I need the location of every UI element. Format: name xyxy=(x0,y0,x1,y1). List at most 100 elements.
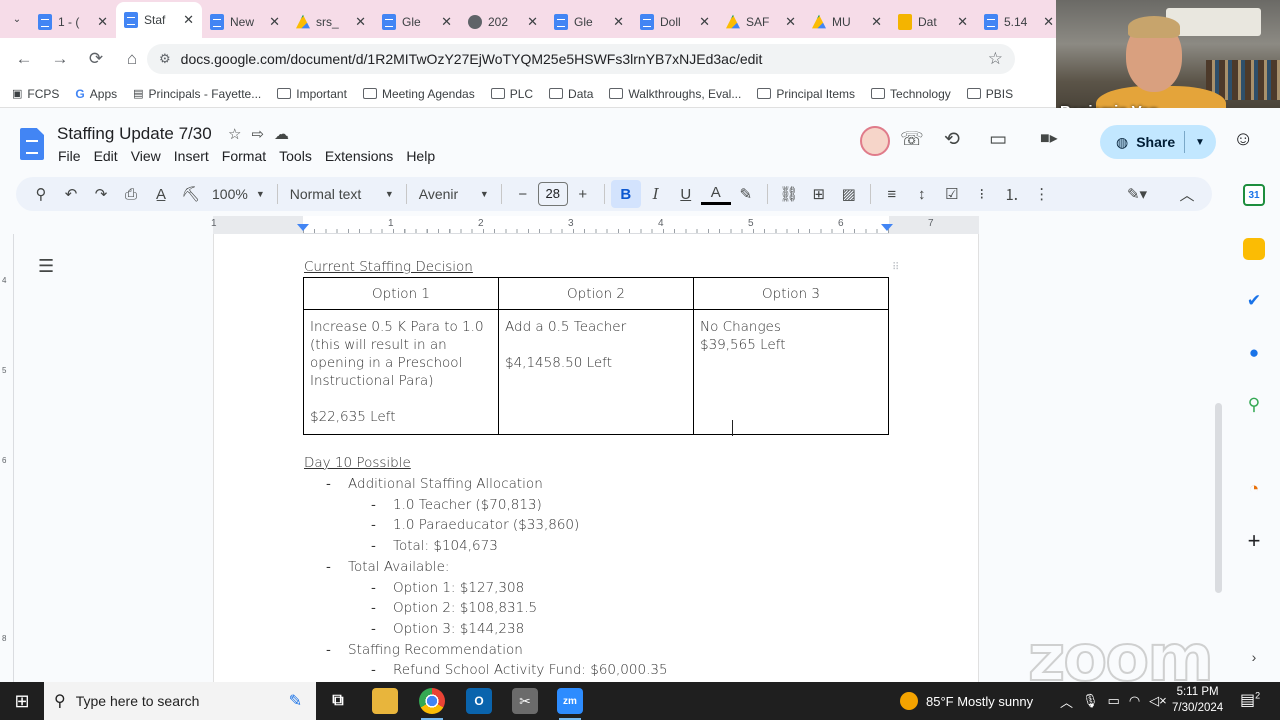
browser-tab[interactable]: Gle ✕ xyxy=(374,6,460,38)
table-header-cell[interactable]: Option 3 xyxy=(693,277,889,310)
menu-help[interactable]: Help xyxy=(405,148,441,164)
section-heading[interactable]: Day 10 Possible xyxy=(304,455,411,471)
site-info-icon[interactable]: ⚙ xyxy=(159,51,171,67)
wifi-icon[interactable]: ◠ xyxy=(1129,693,1140,709)
close-tab-icon[interactable]: ✕ xyxy=(1043,14,1054,30)
menu-tools[interactable]: Tools xyxy=(278,148,318,164)
close-tab-icon[interactable]: ✕ xyxy=(785,14,796,30)
bulleted-list-icon[interactable]: ⁝ xyxy=(967,180,997,208)
table-header-cell[interactable]: Option 2 xyxy=(498,277,694,310)
print-icon[interactable]: ⎙ xyxy=(116,180,146,208)
menu-extensions[interactable]: Extensions xyxy=(324,148,399,164)
bookmark-folder-walkthroughs[interactable]: Walkthroughs, Eval... xyxy=(609,87,741,101)
checklist-icon[interactable]: ☑ xyxy=(937,180,967,208)
close-tab-icon[interactable]: ✕ xyxy=(97,14,108,30)
line-spacing-icon[interactable]: ↕ xyxy=(907,180,937,208)
right-indent-marker[interactable] xyxy=(881,224,893,231)
version-history-icon[interactable]: ⟲ xyxy=(944,128,960,151)
maps-icon[interactable]: ⚲ xyxy=(1243,394,1265,416)
browser-tab[interactable]: New ✕ xyxy=(202,6,288,38)
section-heading[interactable]: Current Staffing Decision xyxy=(304,259,473,275)
more-options-icon[interactable]: ⋮ xyxy=(1027,180,1057,208)
list-item[interactable]: Option 2: $108,831.5 xyxy=(393,600,537,616)
reload-button[interactable]: ⟳ xyxy=(80,43,112,75)
bookmark-fcps[interactable]: ▣ FCPS xyxy=(12,87,59,101)
share-button[interactable]: ◍ Share ▼ xyxy=(1100,125,1216,159)
bookmark-folder-plc[interactable]: PLC xyxy=(490,87,533,101)
paragraph-style-select[interactable]: Normal text ▼ xyxy=(284,186,400,202)
keep-icon[interactable] xyxy=(1243,238,1265,260)
bookmark-folder-pbis[interactable]: PBIS xyxy=(966,87,1013,101)
browser-tab[interactable]: Staf ✕ xyxy=(116,2,202,38)
forward-button[interactable]: → xyxy=(44,43,76,75)
volume-muted-icon[interactable]: ◁× xyxy=(1149,693,1167,709)
microphone-icon[interactable]: 🎙 xyxy=(1082,693,1099,709)
docs-logo-icon[interactable] xyxy=(20,128,44,160)
editing-mode-icon[interactable]: ✎▾ xyxy=(1122,180,1152,208)
menu-format[interactable]: Format xyxy=(221,148,272,164)
browser-tab[interactable]: MU ✕ xyxy=(804,6,890,38)
calendar-icon[interactable]: 31 xyxy=(1243,184,1265,206)
list-item[interactable]: 1.0 Paraeducator ($33,860) xyxy=(393,517,579,533)
decrease-font-size-icon[interactable]: − xyxy=(508,180,538,208)
align-icon[interactable]: ≡ xyxy=(877,180,907,208)
close-tab-icon[interactable]: ✕ xyxy=(183,12,194,28)
browser-tab[interactable]: Gle ✕ xyxy=(546,6,632,38)
tab-search-button[interactable]: ⌄ xyxy=(4,4,30,34)
list-item[interactable]: Refund School Activity Fund: $60,000.35 xyxy=(393,662,668,678)
menu-edit[interactable]: Edit xyxy=(93,148,124,164)
bookmark-folder-principal-items[interactable]: Principal Items xyxy=(757,87,855,101)
cloud-saved-icon[interactable]: ☁ xyxy=(274,125,289,143)
close-tab-icon[interactable]: ✕ xyxy=(871,14,882,30)
bookmark-folder-meeting-agendas[interactable]: Meeting Agendas xyxy=(362,87,475,101)
redo-icon[interactable]: ↷ xyxy=(86,180,116,208)
browser-tab[interactable]: 1 - (✕ xyxy=(30,6,116,38)
table-cell[interactable]: Increase 0.5 K Para to 1.0 (this will re… xyxy=(303,309,499,435)
show-hidden-icons-icon[interactable]: ︿ xyxy=(1060,692,1073,711)
list-item[interactable]: Option 3: $144,238 xyxy=(393,621,524,637)
font-select[interactable]: Avenir ▼ xyxy=(413,186,495,202)
text-color-icon[interactable]: A xyxy=(700,183,731,205)
bookmark-principals[interactable]: ▤ Principals - Fayette... xyxy=(133,87,261,101)
list-item[interactable]: 1.0 Teacher ($70,813) xyxy=(393,497,542,513)
document-scrollbar[interactable] xyxy=(1215,403,1222,593)
url-bar[interactable]: ⚙ docs.google.com/document/d/1R2MITwOzY2… xyxy=(147,44,1015,74)
highlight-color-icon[interactable]: ✎ xyxy=(731,180,761,208)
browser-tab[interactable]: Doll ✕ xyxy=(632,6,718,38)
undo-icon[interactable]: ↶ xyxy=(56,180,86,208)
bookmark-apps[interactable]: G Apps xyxy=(75,87,117,101)
snipping-tool-icon[interactable]: ✂ xyxy=(512,688,538,714)
addon-icon[interactable]: ◔ xyxy=(1243,478,1265,500)
table-header-cell[interactable]: Option 1 xyxy=(303,277,499,310)
taskbar-clock[interactable]: 5:11 PM 7/30/2024 xyxy=(1172,684,1223,716)
windows-start-icon[interactable]: ⊞ xyxy=(0,682,44,720)
chrome-icon[interactable] xyxy=(419,688,445,720)
file-explorer-icon[interactable] xyxy=(372,688,398,714)
zoom-app-icon[interactable]: zm xyxy=(557,688,583,720)
list-item[interactable]: Option 1: $127,308 xyxy=(393,580,524,596)
close-tab-icon[interactable]: ✕ xyxy=(613,14,624,30)
close-tab-icon[interactable]: ✕ xyxy=(527,14,538,30)
close-tab-icon[interactable]: ✕ xyxy=(699,14,710,30)
expand-panel-icon[interactable]: › xyxy=(1243,646,1265,668)
bookmark-folder-important[interactable]: Important xyxy=(277,87,347,101)
tasks-icon[interactable]: ✔ xyxy=(1243,290,1265,312)
contacts-icon[interactable]: ● xyxy=(1243,342,1265,364)
spellcheck-icon[interactable]: A̲ xyxy=(146,180,176,208)
meet-video-icon[interactable]: ■▸ xyxy=(1040,128,1058,148)
browser-tab[interactable]: srs_ ✕ xyxy=(288,6,374,38)
bookmark-folder-data[interactable]: Data xyxy=(549,87,593,101)
notifications-icon[interactable]: ▤2 xyxy=(1240,690,1260,710)
underline-icon[interactable]: U xyxy=(671,180,701,208)
star-icon[interactable]: ☆ xyxy=(228,125,241,143)
browser-tab[interactable]: Dat ✕ xyxy=(890,6,976,38)
add-comment-icon[interactable]: ⊞ xyxy=(804,180,834,208)
left-indent-marker[interactable] xyxy=(297,224,309,231)
outlook-icon[interactable]: O xyxy=(466,688,492,714)
weather-widget[interactable]: 85°F Mostly sunny xyxy=(900,682,1033,720)
document-outline-icon[interactable]: ☰ xyxy=(38,256,54,277)
browser-tab[interactable]: SAF ✕ xyxy=(718,6,804,38)
task-view-icon[interactable]: ⧉ xyxy=(325,688,351,714)
browser-tab[interactable]: 202 ✕ xyxy=(460,6,546,38)
battery-icon[interactable]: ▭ xyxy=(1108,693,1120,709)
